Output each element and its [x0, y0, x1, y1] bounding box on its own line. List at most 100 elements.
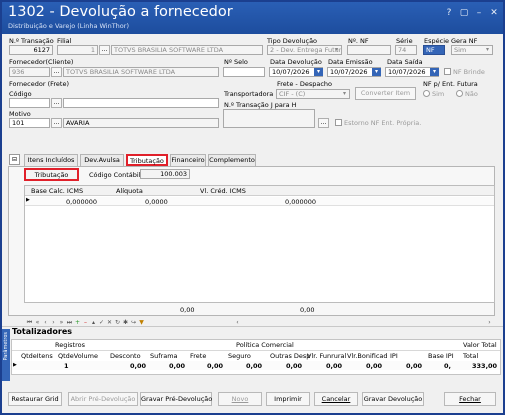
frete-despacho-chevron-icon: ▾ — [343, 90, 347, 97]
grid-header — [25, 186, 494, 196]
frete-search-button[interactable]: ... — [51, 98, 62, 108]
gravar-devolucao-button[interactable]: Gravar Devolução — [362, 392, 424, 406]
tipo-devolucao-select[interactable]: 2 - Dev. Entrega Futur — [267, 45, 342, 55]
restore-icon[interactable]: ▢ — [458, 8, 470, 18]
estorno-checkbox[interactable] — [335, 119, 342, 126]
frete-despacho-select[interactable]: CIF - (C) — [276, 89, 350, 99]
help-icon[interactable]: ? — [443, 8, 455, 18]
nav-next-page-icon[interactable]: » — [58, 319, 65, 326]
converter-item-button[interactable]: Converter Item — [355, 87, 416, 100]
cell-frete: 0,00 — [207, 362, 224, 370]
tab-financeiro[interactable]: Financeiro — [170, 154, 206, 166]
fechar-button[interactable]: Fechar — [444, 392, 496, 406]
cell-vlr-funrural: 0,00 — [326, 362, 343, 370]
nav-refresh-icon[interactable]: ↻ — [114, 319, 121, 326]
registros-label: Registros — [55, 341, 85, 349]
nr-transacao-j-field[interactable] — [223, 109, 315, 128]
tab-itens-incluidos[interactable]: Itens Incluídos — [24, 154, 78, 166]
filial-code-field[interactable]: 1 — [57, 45, 98, 55]
especie-label: Espécie — [424, 37, 449, 45]
fornecedor-code-field[interactable]: 936 — [9, 67, 50, 77]
restaurar-grid-button[interactable]: Restaurar Grid — [8, 392, 62, 406]
nf-ent-futura-nao-label: Não — [465, 90, 478, 98]
nr-selo-label: Nº Selo — [224, 58, 248, 66]
col-suframa: Suframa — [150, 352, 178, 360]
nav-last-icon[interactable]: ⏭ — [66, 319, 73, 326]
cell-base-ipi: 0, — [444, 362, 451, 370]
col-total: Total — [463, 352, 479, 360]
cancelar-button[interactable]: Cancelar — [314, 392, 358, 406]
col-qtde-volume: QtdeVolume — [58, 352, 98, 360]
col-vl-cred-icms[interactable]: Vl. Créd. ICMS — [200, 187, 246, 195]
nav-first-icon[interactable]: ⏮ — [26, 319, 33, 326]
codigo-contabil-field[interactable]: 100.003 — [140, 169, 190, 179]
nr-selo-field[interactable] — [223, 67, 265, 77]
nr-transacao-field[interactable]: 6127 — [9, 45, 53, 55]
transportadora-label: Transportadora — [224, 90, 274, 98]
col-desconto: Desconto — [110, 352, 141, 360]
fornecedor-search-button[interactable]: ... — [51, 67, 62, 77]
scroll-right-icon[interactable]: › — [486, 319, 493, 326]
cell-desconto: 0,00 — [130, 362, 147, 370]
nav-delete-icon[interactable]: – — [82, 319, 89, 326]
data-saida-dropdown-icon[interactable]: ▾ — [430, 68, 439, 76]
row-indicator-icon: ▶ — [26, 197, 30, 203]
filial-name-field: TOTVS BRASILIA SOFTWARE LTDA — [111, 45, 263, 55]
nav-cancel-icon[interactable]: ✕ — [106, 319, 113, 326]
close-icon[interactable]: ✕ — [488, 8, 500, 18]
tab-complemento[interactable]: Complemento — [208, 154, 256, 166]
col-aliquota[interactable]: Alíquota — [116, 187, 143, 195]
nf-ent-futura-sim-radio[interactable] — [423, 90, 430, 97]
nav-bookmark-icon[interactable]: ✱ — [122, 319, 129, 326]
nav-prev-icon[interactable]: ‹ — [42, 319, 49, 326]
filial-label: Filial — [57, 37, 72, 45]
motivo-code-field[interactable]: 101 — [9, 118, 50, 128]
window-subtitle: Distribuição e Varejo (Linha WinThor) — [8, 22, 129, 30]
col-base-calc-icms[interactable]: Base Calc. ICMS — [31, 187, 83, 195]
serie-field[interactable]: 74 — [395, 45, 417, 55]
novo-button[interactable]: Novo — [218, 392, 262, 406]
data-devolucao-dropdown-icon[interactable]: ▾ — [314, 68, 323, 76]
especie-field[interactable]: NF — [423, 45, 445, 55]
gravar-pre-devolucao-button[interactable]: Gravar Pré-Devolução — [140, 392, 212, 406]
nav-next-icon[interactable]: › — [50, 319, 57, 326]
cell-qtde-itens: 1 — [64, 362, 69, 370]
tab-tributacao[interactable]: Tributação — [126, 154, 168, 166]
valor-total-label: Valor Total — [463, 341, 497, 349]
tabs-toggle-icon[interactable]: ⊟ — [9, 154, 20, 165]
tab-dev-avulsa[interactable]: Dev.Avulsa — [80, 154, 124, 166]
filial-search-button[interactable]: ... — [99, 45, 110, 55]
nr-transacao-j-search-button[interactable]: ... — [318, 118, 329, 128]
nf-brinde-checkbox[interactable] — [444, 68, 451, 75]
nav-prev-page-icon[interactable]: « — [34, 319, 41, 326]
frete-codigo-field[interactable] — [9, 98, 50, 108]
cell-vl-cred-icms: 0,000000 — [285, 198, 317, 206]
data-emissao-dropdown-icon[interactable]: ▾ — [372, 68, 381, 76]
motivo-search-button[interactable]: ... — [51, 118, 62, 128]
nf-ent-futura-sim-label: Sim — [432, 90, 445, 98]
minimize-icon[interactable]: – — [473, 8, 485, 18]
row-indicator-icon: ▶ — [13, 362, 17, 368]
tributacao-button[interactable]: Tributação — [24, 168, 79, 181]
nav-add-icon[interactable]: + — [74, 319, 81, 326]
nav-goto-icon[interactable]: ↪ — [130, 319, 137, 326]
col-ipi: IPI — [390, 352, 398, 360]
nav-up-icon[interactable]: ▴ — [90, 319, 97, 326]
footer-total-1: 0,00 — [180, 306, 195, 314]
nav-confirm-icon[interactable]: ✓ — [98, 319, 105, 326]
cell-base-calc-icms: 0,000000 — [66, 198, 98, 206]
window-title: 1302 - Devolução a fornecedor — [8, 4, 233, 20]
nav-filter-icon[interactable]: ▼ — [138, 319, 145, 326]
col-vlr-bonificad: Vlr.Bonificad — [347, 352, 388, 360]
nf-brinde-label: NF Brinde — [453, 68, 485, 76]
frete-despacho-label: Frete - Despacho — [277, 80, 332, 88]
nf-ent-futura-nao-radio[interactable] — [456, 90, 463, 97]
cell-total: 333,00 — [472, 362, 498, 370]
abrir-pre-devolucao-button[interactable]: Abrir Pré-Devolução — [68, 392, 138, 406]
scroll-left-icon[interactable]: ‹ — [234, 319, 241, 326]
fornecedor-frete-label: Fornecedor (Frete) — [9, 80, 69, 88]
imprimir-button[interactable]: Imprimir — [266, 392, 310, 406]
fornecedor-name-field: TOTVS BRASILIA SOFTWARE LTDA — [63, 67, 219, 77]
cell-suframa: 0,00 — [169, 362, 186, 370]
nr-nf-field[interactable] — [347, 45, 391, 55]
